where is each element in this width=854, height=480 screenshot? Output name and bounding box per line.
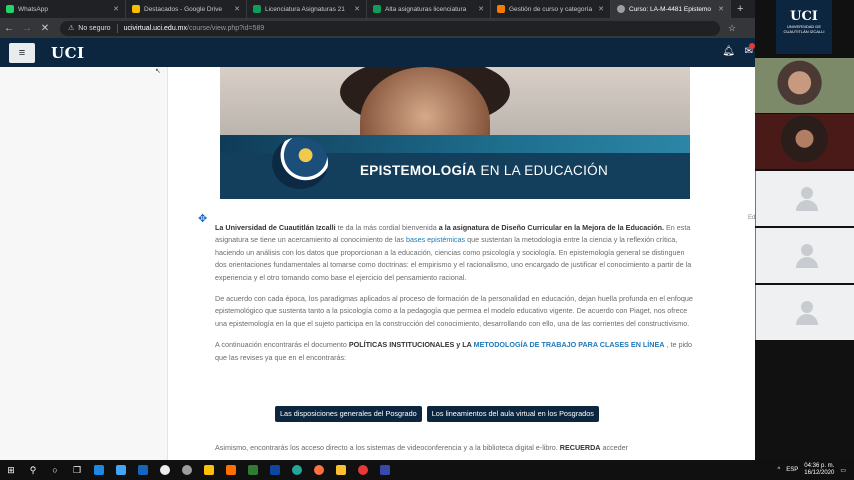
tab-label: WhatsApp [18,5,48,13]
uci-logo: UCI UNIVERSIDAD DE CUAUTITLÁN IZCALLI [776,0,832,54]
close-icon[interactable]: ✕ [234,5,240,13]
address-bar[interactable]: ⚠ No seguro ucivirtual.uci.edu.mx/course… [60,20,720,36]
app-icon[interactable] [110,460,132,480]
tab-label: Gestión de curso y categoría [509,5,593,13]
taskbar: ⊞ ⚲ ○ ❐ ^ ESP 04:36 p. m. 16/12/2020 ▭ [0,460,854,480]
site-navbar: ≡ UCI 🔔︎ ✉ [0,38,755,67]
tab-label: Curso: LA-M-4481 Epistemo [629,5,712,13]
summary-paragraph: A continuación encontrarás el documento … [215,340,693,362]
course-banner: EPISTEMOLOGÍA EN LA EDUCACIÓN [220,67,690,199]
tab-label: Destacados - Google Drive [144,5,223,13]
close-icon[interactable]: ✕ [718,5,724,13]
menu-toggle-button[interactable]: ≡ [9,42,35,63]
close-icon[interactable]: ✕ [478,5,484,13]
firefox-icon[interactable] [308,460,330,480]
summary-tail: Asimismo, encontrarás los acceso directo… [215,443,629,452]
security-label: No seguro [78,24,111,32]
section-summary: La Universidad de Cuautitlán Izcalli te … [215,222,695,373]
close-icon[interactable]: ✕ [113,5,119,13]
mail-icon[interactable] [132,460,154,480]
tab-label: Licenciatura Asignaturas 21 [265,5,345,13]
avatar-icon [794,299,820,325]
notification-icon[interactable]: ▭ [840,467,846,474]
avatar-icon [794,242,820,268]
illustrator-icon[interactable] [220,460,242,480]
url-host: ucivirtual.uci.edu.mx [123,24,187,32]
file-explorer-icon[interactable] [330,460,352,480]
back-icon[interactable]: ← [0,23,18,34]
photoshop-icon[interactable] [264,460,286,480]
lineamientos-aula-button[interactable]: Los lineamientos del aula virtual en los… [426,406,599,422]
participant-tile[interactable] [755,285,854,340]
bookmark-star-icon[interactable]: ☆ [728,23,736,34]
windows-start-icon[interactable]: ⊞ [0,460,22,480]
url-path: /course/view.php?id=589 [187,24,265,32]
mouse-cursor-icon: ↖ [155,68,161,75]
summary-paragraph: De acuerdo con cada época, los paradigma… [215,294,693,328]
sheets-icon [373,5,381,13]
avatar-icon [794,185,820,211]
close-icon[interactable]: ✕ [354,5,360,13]
drive-icon [132,5,140,13]
sheets-icon [253,5,261,13]
participant-video[interactable] [755,58,854,113]
language-indicator[interactable]: ESP [786,467,798,473]
tab-google-drive[interactable]: Destacados - Google Drive ✕ [126,0,247,18]
banner-title: EPISTEMOLOGÍA EN LA EDUCACIÓN [360,163,609,178]
whatsapp-icon [6,5,14,13]
tab-curso-epistemologia[interactable]: Curso: LA-M-4481 Epistemo ✕ [611,0,731,18]
close-icon[interactable]: ✕ [598,5,604,13]
zoom-icon[interactable] [374,460,396,480]
app-icon[interactable] [154,460,176,480]
tab-label: Alta asignaturas licenciatura [385,5,467,13]
participant-video[interactable] [755,114,854,169]
media-icon[interactable] [176,460,198,480]
bell-icon[interactable]: 🔔︎ [722,46,735,57]
search-icon[interactable]: ⚲ [22,460,44,480]
excel-icon[interactable] [242,460,264,480]
chrome-icon[interactable] [352,460,374,480]
clock[interactable]: 04:36 p. m. 16/12/2020 [804,463,834,477]
hamburger-icon: ≡ [18,46,26,59]
participant-tile[interactable] [755,228,854,283]
document-buttons: Las disposiciones generales del Posgrado… [275,406,599,422]
summary-paragraph: La Universidad de Cuautitlán Izcalli te … [215,223,692,282]
disposiciones-generales-button[interactable]: Las disposiciones generales del Posgrado [275,406,422,422]
warning-icon: ⚠ [68,25,75,32]
site-logo[interactable]: UCI [51,44,85,62]
participant-tile[interactable] [755,171,854,226]
browser-tab-strip: WhatsApp ✕ Destacados - Google Drive ✕ L… [0,0,854,18]
cortana-icon[interactable]: ○ [44,460,66,480]
metodologia-link[interactable]: METODOLOGÍA DE TRABAJO PARA CLASES EN LÍ… [474,340,665,349]
tab-gestion-curso[interactable]: Gestión de curso y categoría ✕ [491,0,611,18]
task-view-icon[interactable]: ❐ [66,460,88,480]
emblem-icon [272,137,328,189]
moodle-icon [497,5,505,13]
edge-icon[interactable] [286,460,308,480]
calculator-icon[interactable] [88,460,110,480]
tray-up-icon[interactable]: ^ [777,467,780,473]
move-handle-icon[interactable]: ✥ [198,212,207,225]
tab-alta-asignaturas[interactable]: Alta asignaturas licenciatura ✕ [367,0,491,18]
forward-icon[interactable]: → [18,23,36,34]
store-icon[interactable] [198,460,220,480]
tab-whatsapp[interactable]: WhatsApp ✕ [0,0,126,18]
tab-licenciatura[interactable]: Licenciatura Asignaturas 21 ✕ [247,0,367,18]
system-tray: ^ ESP 04:36 p. m. 16/12/2020 ▭ [777,460,846,480]
loading-icon [617,5,625,13]
stop-loading-icon[interactable]: ✕ [36,23,54,34]
address-toolbar: ← → ✕ ⚠ No seguro ucivirtual.uci.edu.mx /… [0,18,770,38]
new-tab-button[interactable]: + [737,3,743,15]
bases-epistemicas-link[interactable]: bases epistémicas [406,235,465,244]
